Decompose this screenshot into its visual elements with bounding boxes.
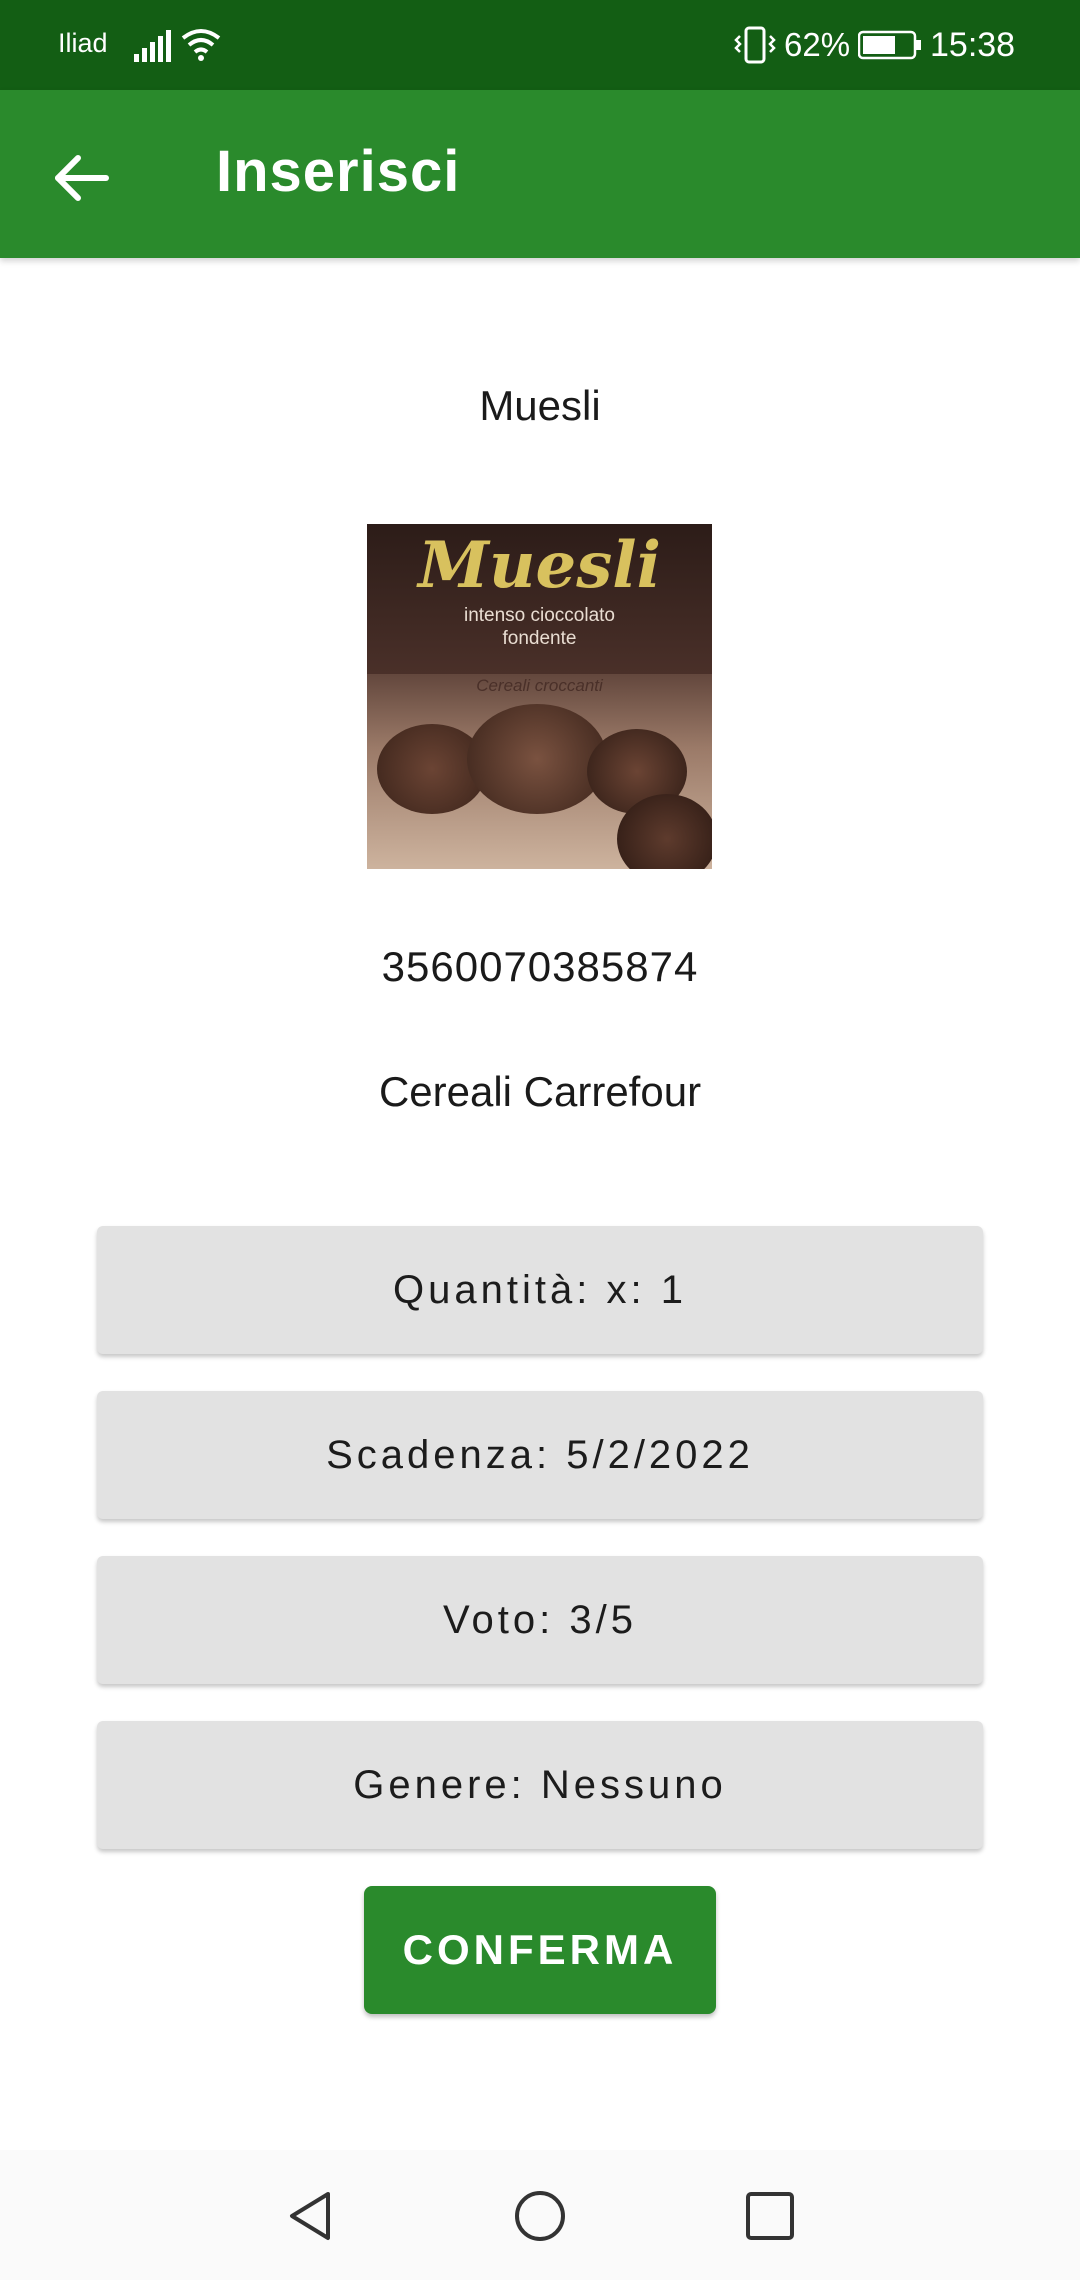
expiry-date-button[interactable]: Scadenza: 5/2/2022	[97, 1391, 983, 1519]
image-tagline: Cereali croccanti	[476, 676, 603, 695]
signal-icon	[134, 30, 171, 62]
status-bar: Iliad 62% 15:38	[0, 0, 1080, 90]
image-subtitle: intenso cioccolato fondente	[367, 604, 712, 650]
barcode-text: 3560070385874	[381, 943, 699, 990]
clock: 15:38	[930, 26, 1016, 64]
battery-icon	[858, 30, 921, 60]
nav-back-icon[interactable]	[284, 2188, 340, 2244]
nav-home-icon[interactable]	[512, 2188, 568, 2244]
battery-percent: 62%	[784, 26, 851, 63]
page-title: Inserisci	[216, 139, 461, 204]
wifi-icon	[181, 29, 221, 61]
carrier-label: Iliad	[58, 28, 108, 58]
product-name: Muesli	[479, 382, 601, 429]
rating-button[interactable]: Voto: 3/5	[97, 1556, 983, 1684]
arrow-left-icon[interactable]	[48, 144, 116, 212]
product-category: Cereali Carrefour	[378, 1068, 702, 1115]
confirm-button[interactable]: CONFERMA	[364, 1886, 716, 2014]
system-nav-bar	[0, 2150, 1080, 2280]
image-subtitle-line2: fondente	[502, 628, 577, 649]
vibrate-icon	[734, 26, 776, 64]
image-cereal-cluster	[467, 704, 607, 814]
quantity-button[interactable]: Quantità: x: 1	[97, 1226, 983, 1354]
product-image: Muesli intenso cioccolato fondente Cerea…	[367, 524, 712, 869]
image-subtitle-line1: intenso cioccolato	[463, 605, 616, 626]
genre-button[interactable]: Genere: Nessuno	[97, 1721, 983, 1849]
nav-recents-icon[interactable]	[742, 2188, 798, 2244]
image-title: Muesli	[418, 528, 661, 603]
app-bar: Inserisci	[0, 90, 1080, 258]
